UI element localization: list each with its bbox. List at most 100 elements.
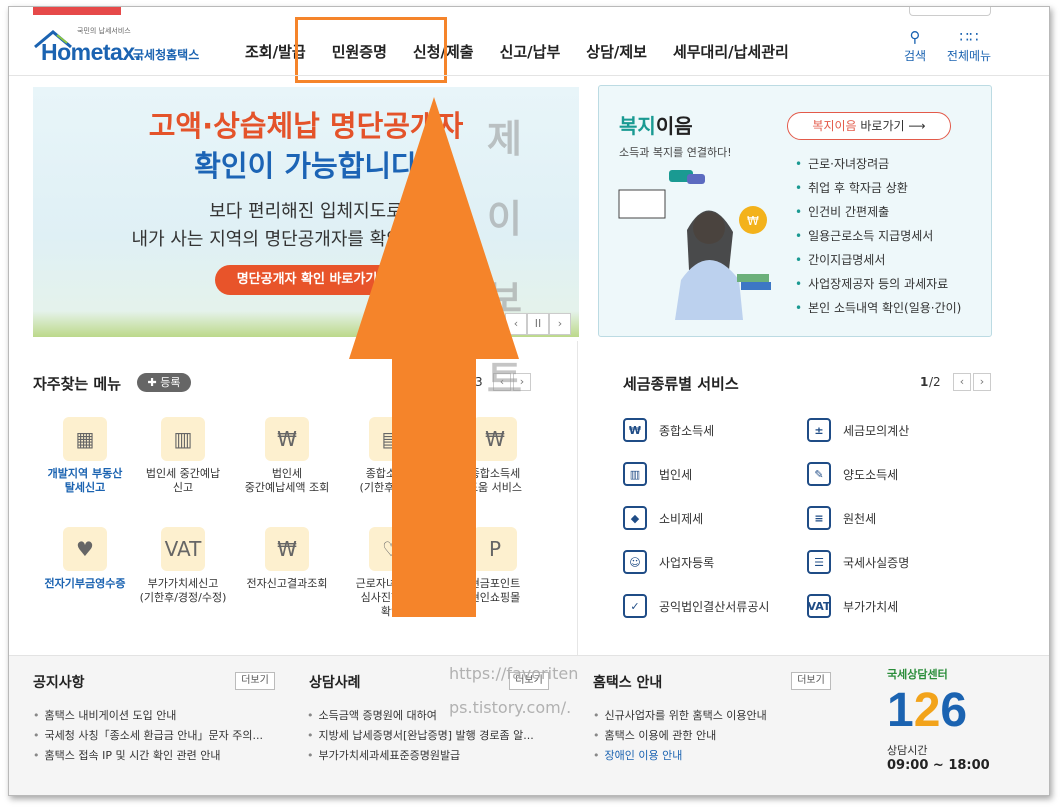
tax-service-icon: ✓ bbox=[623, 594, 647, 618]
tax-service-label: 세금모의계산 bbox=[843, 423, 910, 438]
tax-service-item[interactable]: VAT 부가가치세 bbox=[807, 593, 898, 619]
favorite-menu-icon: ▦ bbox=[63, 417, 107, 461]
welfare-go-rest: 바로가기 bbox=[856, 119, 905, 133]
logo-text: Hometax. bbox=[41, 39, 141, 65]
nav-report-pay[interactable]: 신고/납부 bbox=[500, 41, 561, 62]
logo-korean: 국세청홈택스 bbox=[133, 48, 200, 62]
favorites-add-label: 등록 bbox=[160, 376, 181, 389]
logo-tagline: 국민의 납세서비스 bbox=[77, 27, 131, 35]
tax-service-icon: VAT bbox=[807, 594, 831, 618]
tax-service-item[interactable]: ☺ 사업자등록 bbox=[623, 549, 714, 575]
favorite-menu-icon: VAT bbox=[161, 527, 205, 571]
welfare-link[interactable]: 본인 소득내역 확인(일용·간이) bbox=[795, 296, 961, 320]
tax-page-current: 1 bbox=[920, 375, 929, 389]
favorite-menu-item[interactable]: VAT 부가가치세신고 (기한후/경정/수정) bbox=[131, 527, 235, 605]
welfare-go-accent: 복지이음 bbox=[812, 119, 857, 133]
tax-service-item[interactable]: ± 세금모의계산 bbox=[807, 417, 909, 443]
welfare-subtitle: 소득과 복지를 연결하다! bbox=[619, 146, 732, 159]
top-red-tab[interactable] bbox=[33, 7, 121, 15]
favorite-menu-label: 전자신고결과조회 bbox=[246, 577, 328, 590]
tax-service-label: 국세사실증명 bbox=[843, 555, 910, 570]
welfare-link[interactable]: 일용근로소득 지급명세서 bbox=[795, 224, 961, 248]
welfare-title-accent: 복지 bbox=[619, 114, 656, 138]
notice-item[interactable]: 홈택스 내비게이션 도입 안내 bbox=[33, 706, 283, 726]
call-digit-3: 6 bbox=[940, 684, 968, 737]
favorite-menu-item[interactable]: ▦ 개발지역 부동산 탈세신고 bbox=[33, 417, 137, 495]
favorite-menu-label: 법인세 중간예납세액 조회 bbox=[244, 467, 330, 494]
notice-list: 홈택스 내비게이션 도입 안내 국세청 사칭「종소세 환급금 안내」문자 주의.… bbox=[33, 706, 283, 766]
hometax-logo[interactable]: 국민의 납세서비스 Hometax. 국세청홈택스 bbox=[31, 25, 221, 71]
tax-service-label: 양도소득세 bbox=[843, 467, 899, 482]
welfare-link[interactable]: 근로·자녀장려금 bbox=[795, 152, 961, 176]
favorite-menu-icon: ₩ bbox=[265, 527, 309, 571]
welfare-link[interactable]: 사업장제공자 등의 과세자료 bbox=[795, 272, 961, 296]
favorite-menu-label: 개발지역 부동산 탈세신고 bbox=[47, 467, 123, 494]
welfare-go-button[interactable]: 복지이음 바로가기 ⟶ bbox=[787, 112, 951, 140]
welfare-link[interactable]: 인건비 간편제출 bbox=[795, 200, 961, 224]
highlight-box bbox=[295, 17, 447, 83]
tax-service-icon: ₩ bbox=[623, 418, 647, 442]
favorite-menu-item[interactable]: ₩ 전자신고결과조회 bbox=[235, 527, 339, 591]
tax-service-item[interactable]: ₩ 종합소득세 bbox=[623, 417, 714, 443]
welfare-link[interactable]: 간이지급명세서 bbox=[795, 248, 961, 272]
call-center-block[interactable]: 국세상담센터 126 상담시간 09:00 ~ 18:00 bbox=[887, 666, 1007, 790]
favorite-menu-item[interactable]: ♥ 전자기부금영수증 bbox=[33, 527, 137, 591]
tax-service-label: 종합소득세 bbox=[659, 423, 715, 438]
top-right-tab[interactable] bbox=[909, 7, 991, 16]
notice-item[interactable]: 국세청 사칭「종소세 환급금 안내」문자 주의... bbox=[33, 726, 283, 746]
nav-consult-report[interactable]: 상담/제보 bbox=[586, 41, 647, 62]
tax-service-label: 소비제세 bbox=[659, 511, 704, 526]
favorite-menu-label: 전자기부금영수증 bbox=[44, 577, 126, 590]
favorite-menu-item[interactable]: ₩ 법인세 중간예납세액 조회 bbox=[235, 417, 339, 495]
tax-next-button[interactable]: › bbox=[973, 373, 991, 391]
tax-service-item[interactable]: ≡ 원천세 bbox=[807, 505, 876, 531]
tax-service-label: 부가가치세 bbox=[843, 599, 899, 614]
tax-service-item[interactable]: ☰ 국세사실증명 bbox=[807, 549, 909, 575]
tax-service-label: 공익법인결산서류공시 bbox=[659, 599, 770, 614]
all-menu-button[interactable]: ∷∷ 전체메뉴 bbox=[941, 29, 997, 64]
guide-item[interactable]: 신규사업자를 위한 홈택스 이용안내 bbox=[593, 706, 833, 726]
orange-up-arrow-icon bbox=[349, 97, 519, 617]
guide-item[interactable]: 홈택스 이용에 관한 안내 bbox=[593, 726, 833, 746]
welfare-illustration: ₩ bbox=[618, 170, 771, 320]
arrow-right-icon: ⟶ bbox=[908, 119, 926, 133]
tax-service-icon: ◆ bbox=[623, 506, 647, 530]
notice-item[interactable]: 홈택스 접속 IP 및 시간 확인 관련 안내 bbox=[33, 746, 283, 766]
call-digit-2: 2 bbox=[913, 684, 941, 737]
counsel-item[interactable]: 부가가치세과세표준증명원발급 bbox=[307, 746, 553, 766]
guide-item[interactable]: 장애인 이용 안내 bbox=[593, 746, 833, 766]
welfare-title-rest: 이음 bbox=[655, 114, 693, 138]
plus-icon: ✚ bbox=[147, 376, 161, 389]
tax-service-item[interactable]: ✓ 공익법인결산서류공시 bbox=[623, 593, 769, 619]
tax-service-item[interactable]: ▥ 법인세 bbox=[623, 461, 692, 487]
favorites-title: 자주찾는 메뉴 bbox=[33, 375, 122, 393]
guide-more-button[interactable]: 더보기 bbox=[791, 672, 831, 690]
call-center-number: 126 bbox=[887, 686, 1007, 736]
call-hours: 09:00 ~ 18:00 bbox=[887, 758, 990, 773]
tax-service-item[interactable]: ◆ 소비제세 bbox=[623, 505, 703, 531]
notice-more-button[interactable]: 더보기 bbox=[235, 672, 275, 690]
favorite-menu-item[interactable]: ▥ 법인세 중간예납 신고 bbox=[131, 417, 235, 495]
counsel-item[interactable]: 지방세 납세증명서[완납증명] 발행 경로좀 알... bbox=[307, 726, 553, 746]
column-divider bbox=[577, 341, 578, 655]
tax-service-icon: ± bbox=[807, 418, 831, 442]
tax-service-item[interactable]: ✎ 양도소득세 bbox=[807, 461, 898, 487]
guide-list: 신규사업자를 위한 홈택스 이용안내 홈택스 이용에 관한 안내 장애인 이용 … bbox=[593, 706, 833, 766]
favorite-menu-icon: ₩ bbox=[265, 417, 309, 461]
welfare-panel: 복지이음 소득과 복지를 연결하다! 복지이음 바로가기 ⟶ ₩ 근로·자녀장려… bbox=[598, 85, 992, 337]
tax-services-title: 세금종류별 서비스 bbox=[623, 375, 739, 393]
search-label: 검색 bbox=[903, 49, 927, 63]
header-divider bbox=[9, 75, 1049, 76]
banner-next-button[interactable]: › bbox=[549, 313, 571, 335]
banner-pause-button[interactable]: II bbox=[527, 313, 549, 335]
favorite-menu-icon: ♥ bbox=[63, 527, 107, 571]
notice-title: 공지사항 bbox=[33, 675, 85, 691]
welfare-link[interactable]: 취업 후 학자금 상환 bbox=[795, 176, 961, 200]
nav-tax-agent[interactable]: 세무대리/납세관리 bbox=[673, 41, 789, 62]
grid-icon: ∷∷ bbox=[959, 28, 979, 46]
tax-service-icon: ▥ bbox=[623, 462, 647, 486]
tax-service-icon: ✎ bbox=[807, 462, 831, 486]
tax-prev-button[interactable]: ‹ bbox=[953, 373, 971, 391]
favorites-add-button[interactable]: ✚ 등록 bbox=[137, 373, 191, 392]
search-button[interactable]: ⚲ 검색 bbox=[899, 29, 931, 64]
